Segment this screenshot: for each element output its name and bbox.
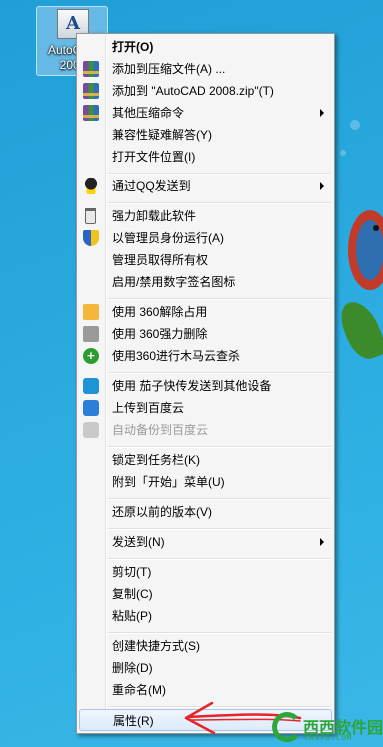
annotation-arrow <box>184 701 302 735</box>
watermark-logo-icon <box>272 712 302 742</box>
site-watermark: 西西软件园 CR173.COM <box>270 710 383 747</box>
watermark-domain: CR173.COM <box>304 733 352 742</box>
